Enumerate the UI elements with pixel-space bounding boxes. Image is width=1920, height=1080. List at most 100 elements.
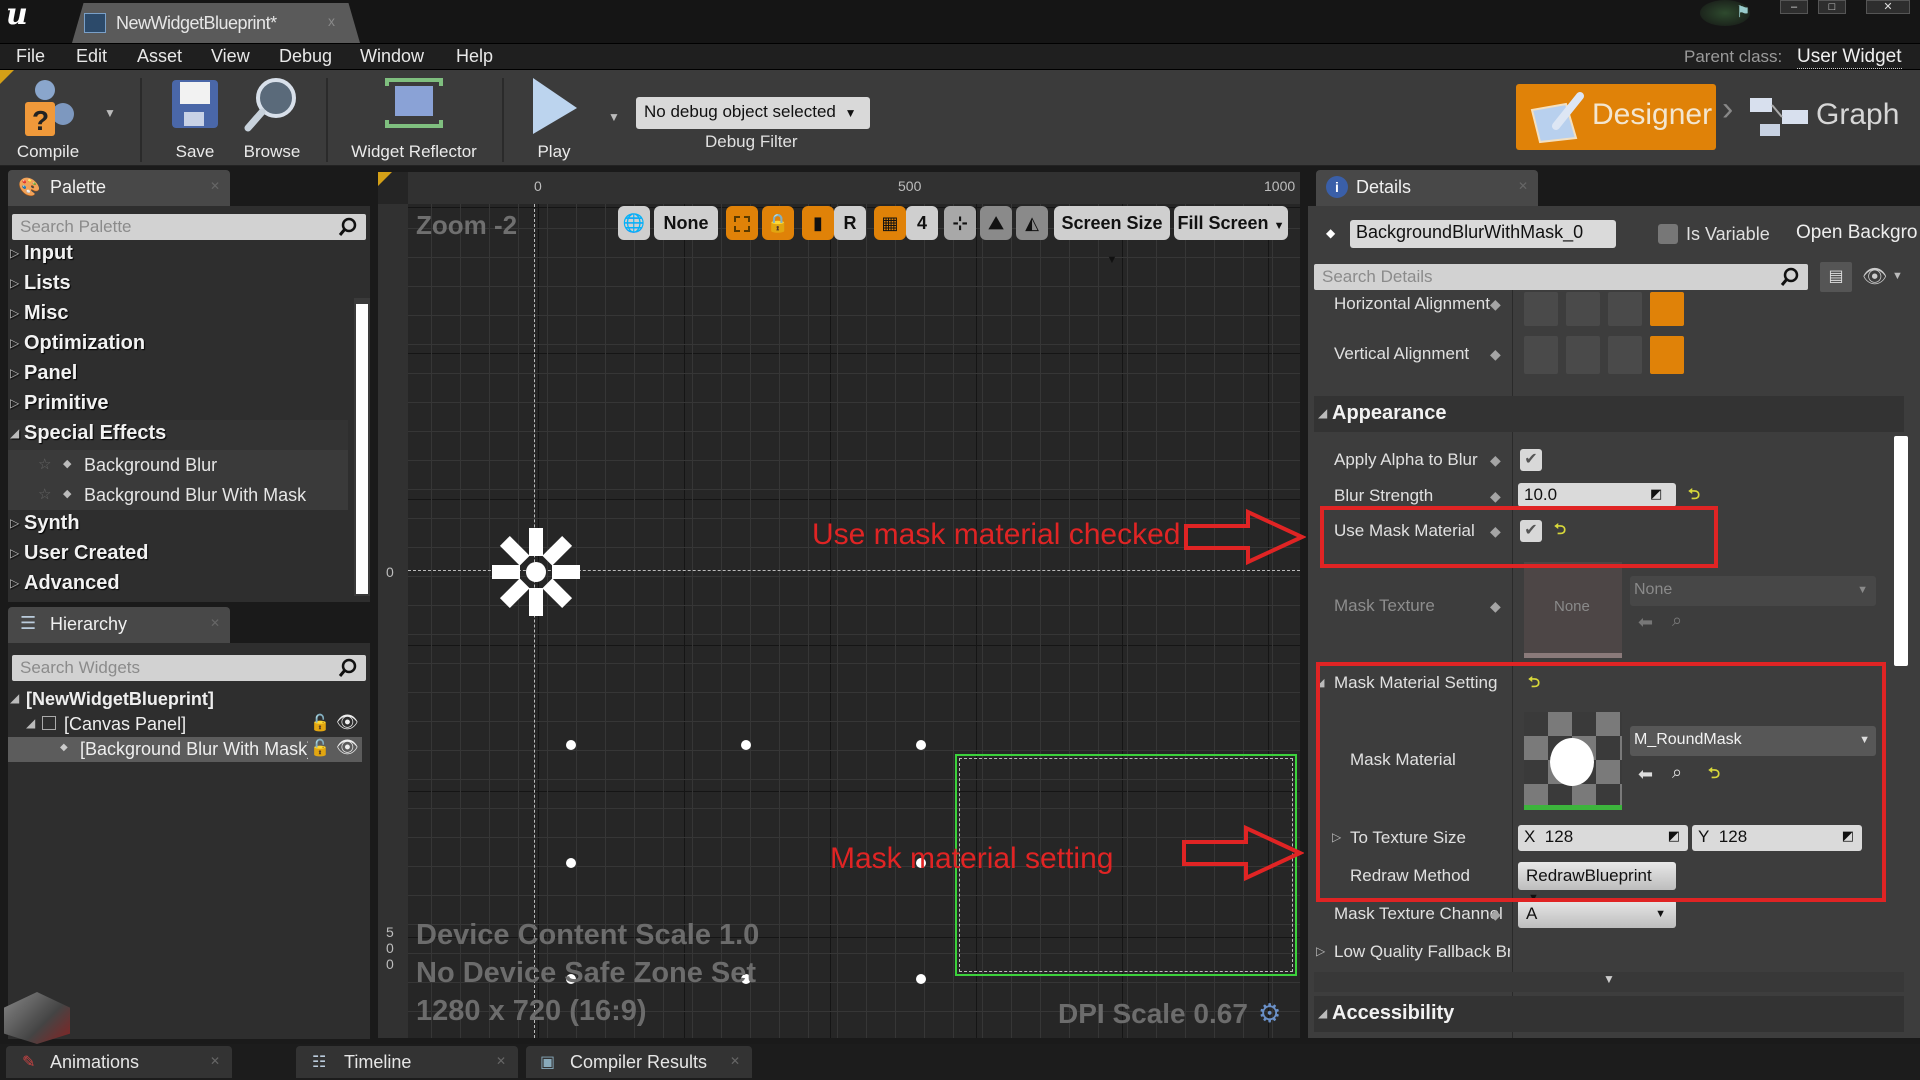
compile-options-chevron-icon[interactable]: ▼	[104, 106, 116, 120]
show-dashed-outlines-button[interactable]	[726, 206, 758, 240]
close-icon[interactable]: ✕	[730, 1054, 740, 1068]
resize-handle-top-right[interactable]	[916, 740, 926, 750]
menu-debug[interactable]: Debug	[279, 46, 332, 67]
is-variable-checkbox[interactable]	[1658, 224, 1678, 244]
h-align-right-button[interactable]	[1608, 292, 1642, 326]
hierarchy-row-canvas-panel[interactable]: ◢ [Canvas Panel] 🔓 👁	[8, 712, 362, 737]
palette-search-input[interactable]: Search Palette	[12, 214, 366, 240]
close-icon[interactable]: ✕	[1518, 179, 1528, 193]
menu-help[interactable]: Help	[456, 46, 493, 67]
widget-reflector-button[interactable]: Widget Reflector	[344, 76, 484, 164]
palette-category-synth[interactable]: ▷ Synth	[8, 510, 348, 540]
open-background-link[interactable]: Open Backgro	[1796, 222, 1917, 244]
menu-file[interactable]: File	[16, 46, 45, 67]
tab-timeline[interactable]: ☷ Timeline ✕	[296, 1046, 518, 1078]
binding-icon[interactable]: ◆	[1490, 346, 1501, 363]
location-snap-toggle[interactable]: ▮	[802, 206, 834, 240]
details-search-input[interactable]: Search Details	[1314, 264, 1808, 290]
browse-button[interactable]: Browse	[236, 76, 308, 164]
tab-animations[interactable]: ✎ Animations ✕	[6, 1046, 232, 1078]
close-icon[interactable]: ✕	[210, 179, 220, 193]
browse-asset-icon[interactable]: ⌕	[1672, 610, 1682, 631]
designer-canvas[interactable]: 0 500 1000 0 5 0 0 Zoom -2 🌐 None 🔒 ▮ R …	[378, 172, 1306, 1038]
accessibility-section-header[interactable]: ◢ Accessibility	[1314, 996, 1904, 1032]
palette-category-advanced[interactable]: ▷ Advanced	[8, 570, 348, 600]
dpi-settings-gear-icon[interactable]: ⚙	[1258, 998, 1281, 1029]
expand-arrow-icon[interactable]: ▷	[1316, 944, 1325, 958]
chevron-down-icon[interactable]: ▼	[1892, 270, 1903, 282]
culture-none-dropdown[interactable]: None	[654, 206, 718, 240]
search-icon[interactable]	[1780, 267, 1800, 287]
palette-category-optimization[interactable]: ▷ Optimization	[8, 330, 348, 360]
save-button[interactable]: Save	[160, 76, 230, 164]
details-scrollbar-thumb[interactable]	[1894, 436, 1908, 666]
hierarchy-row-root[interactable]: ◢ [NewWidgetBlueprint]	[8, 687, 362, 712]
resize-handle-top[interactable]	[741, 740, 751, 750]
unlock-icon[interactable]: 🔓	[310, 713, 330, 733]
v-align-center-button[interactable]	[1566, 336, 1600, 374]
screen-size-dropdown[interactable]: Screen Size ▼	[1054, 206, 1170, 266]
close-icon[interactable]: ✕	[210, 616, 220, 630]
flip-button[interactable]: ◭	[1016, 206, 1048, 240]
search-icon[interactable]	[338, 658, 358, 678]
eye-icon[interactable]: 👁	[336, 737, 359, 758]
palette-scrollbar[interactable]	[354, 298, 370, 596]
palette-category-panel[interactable]: ▷ Panel	[8, 360, 348, 390]
respect-locks-button[interactable]: 🔒	[762, 206, 794, 240]
fill-screen-dropdown[interactable]: Fill Screen ▼	[1174, 206, 1288, 240]
favorite-star-icon[interactable]: ☆	[38, 455, 51, 473]
eye-icon[interactable]: 👁	[336, 712, 359, 733]
parent-class-link[interactable]: User Widget	[1797, 46, 1902, 69]
r-toggle-button[interactable]: R	[834, 206, 866, 240]
palette-category-special-effects[interactable]: ◢ Special Effects	[8, 420, 348, 450]
menu-asset[interactable]: Asset	[137, 46, 182, 67]
mask-texture-channel-dropdown[interactable]: A ▼	[1518, 900, 1676, 928]
background-image-button[interactable]: ⛰	[980, 206, 1012, 240]
palette-item-background-blur[interactable]: ☆ ◆ Background Blur	[8, 450, 348, 480]
menu-edit[interactable]: Edit	[76, 46, 107, 67]
menu-view[interactable]: View	[211, 46, 250, 67]
maximize-button[interactable]: □	[1818, 0, 1846, 14]
unreal-logo-icon[interactable]: u	[6, 0, 40, 34]
hierarchy-search-input[interactable]: Search Widgets	[12, 655, 366, 681]
notification-icon[interactable]: ⚑	[1736, 2, 1758, 21]
resize-handle-top-left[interactable]	[566, 740, 576, 750]
resize-handle-bottom-right[interactable]	[916, 974, 926, 984]
minimize-button[interactable]: –	[1780, 0, 1808, 14]
debug-object-select[interactable]: No debug object selected ▼	[636, 97, 870, 129]
use-selected-arrow-icon[interactable]: ⬅	[1638, 612, 1653, 633]
h-align-center-button[interactable]	[1566, 292, 1600, 326]
show-advanced-button[interactable]: ▼	[1314, 972, 1904, 992]
property-matrix-button[interactable]: ▤	[1820, 262, 1852, 292]
scrollbar-thumb[interactable]	[356, 304, 368, 594]
menu-window[interactable]: Window	[360, 46, 424, 67]
unlock-icon[interactable]: 🔓	[310, 738, 330, 758]
palette-category-input[interactable]: ▷ Input	[8, 240, 348, 270]
close-icon[interactable]: ✕	[496, 1054, 506, 1068]
binding-icon[interactable]: ◆	[1490, 598, 1501, 615]
palette-item-background-blur-with-mask[interactable]: ☆ ◆ Background Blur With Mask	[8, 480, 348, 510]
compile-button[interactable]: ? Compile	[8, 76, 88, 164]
resize-button[interactable]: ⊹	[944, 206, 976, 240]
resize-handle-left[interactable]	[566, 858, 576, 868]
graph-mode-button[interactable]: Graph	[1748, 90, 1908, 150]
close-icon[interactable]: ✕	[210, 1054, 220, 1068]
grid-snap-toggle[interactable]: ▦	[874, 206, 906, 240]
palette-category-lists[interactable]: ▷ Lists	[8, 270, 348, 300]
mask-texture-thumbnail[interactable]: None	[1524, 562, 1622, 658]
hierarchy-row-background-blur-with-mask[interactable]: ◆ [Background Blur With Mask] 🔓 👁	[8, 737, 362, 762]
palette-category-primitive[interactable]: ▷ Primitive	[8, 390, 348, 420]
localization-globe-button[interactable]: 🌐	[618, 206, 650, 240]
mask-texture-dropdown[interactable]: None ▼	[1630, 576, 1876, 606]
binding-icon[interactable]: ◆	[1490, 488, 1501, 505]
grid-snap-size-dropdown[interactable]: 4	[906, 206, 938, 240]
close-window-button[interactable]: ✕	[1866, 0, 1910, 14]
play-options-chevron-icon[interactable]: ▼	[608, 110, 620, 124]
hierarchy-tab[interactable]: ☰ Hierarchy ✕	[8, 607, 230, 643]
designer-mode-button[interactable]: Designer	[1516, 84, 1716, 150]
tab-compiler-results[interactable]: ▣ Compiler Results ✕	[526, 1046, 752, 1078]
binding-icon[interactable]: ◆	[1490, 296, 1501, 313]
appearance-section-header[interactable]: ◢ Appearance	[1314, 396, 1904, 432]
close-tab-icon[interactable]: x	[328, 13, 335, 29]
play-button[interactable]: Play	[516, 76, 592, 164]
